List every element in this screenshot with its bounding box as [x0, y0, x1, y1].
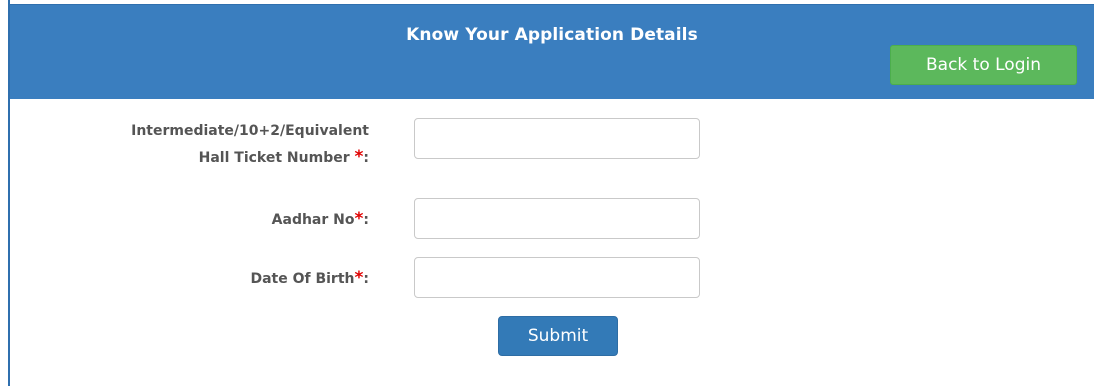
page-title: Know Your Application Details: [406, 25, 698, 45]
aadhar-label-text: Aadhar No: [271, 212, 355, 228]
aadhar-label: Aadhar No*:: [272, 206, 369, 233]
dob-label: Date Of Birth*:: [250, 265, 369, 292]
hall-ticket-label-line2: Hall Ticket Number: [198, 150, 355, 166]
label-colon: :: [363, 150, 369, 166]
hall-ticket-number-input[interactable]: [414, 118, 700, 159]
label-colon: :: [363, 212, 369, 228]
hall-ticket-label-line1: Intermediate/10+2/Equivalent: [131, 123, 369, 139]
hall-ticket-label: Intermediate/10+2/Equivalent Hall Ticket…: [131, 118, 369, 171]
panel-header: Know Your Application Details Back to Lo…: [10, 4, 1094, 99]
label-colon: :: [363, 271, 369, 287]
submit-button[interactable]: Submit: [498, 316, 618, 356]
date-of-birth-input[interactable]: [414, 257, 700, 298]
dob-label-text: Date Of Birth: [250, 271, 355, 287]
application-details-panel: Know Your Application Details Back to Lo…: [8, 0, 1094, 386]
aadhar-number-input[interactable]: [414, 198, 700, 239]
back-to-login-button[interactable]: Back to Login: [890, 45, 1077, 85]
